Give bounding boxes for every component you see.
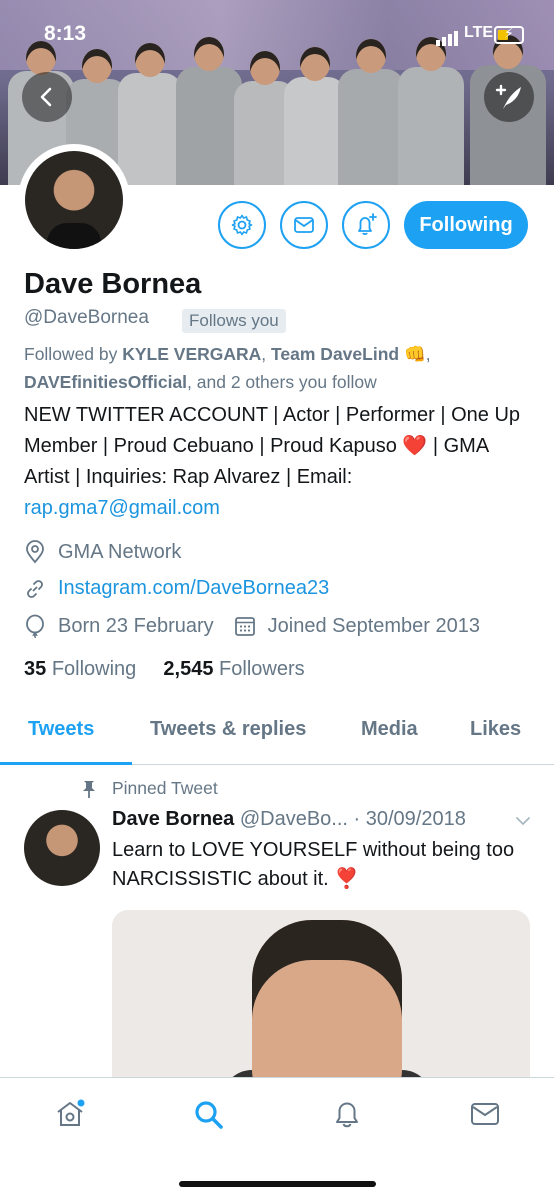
following-count-link[interactable]: 35 Following [24,658,136,680]
back-button[interactable] [22,72,72,122]
followed-by-separator: , [261,344,272,364]
tweet-author-handle: @DaveBo... [239,808,348,830]
profile-bio: NEW TWITTER ACCOUNT | Actor | Performer … [24,400,536,524]
avatar-image [25,151,123,249]
home-icon[interactable] [54,1098,86,1130]
calendar-icon [234,617,255,636]
followers-count: 2,545 [163,658,214,680]
birthday-text: Born 23 February [58,614,214,637]
profile-name: Dave Bornea [24,268,202,300]
following-button[interactable]: Following [404,201,528,249]
back-arrow-icon [40,87,52,107]
link-icon [27,579,43,598]
location-pin-icon [26,540,44,564]
followed-by-suffix: , and 2 others you follow [187,372,377,392]
status-time: 8:13 [44,22,87,45]
message-button[interactable] [280,201,328,249]
follower-name: DAVEfinitiesOfficial [24,372,188,392]
banner-person [338,39,404,185]
following-count: 35 [24,658,47,680]
compose-tweet-button[interactable] [484,72,534,122]
profile-birthday-joined: Born 23 February Joined September 2013 [24,614,480,638]
tab-media[interactable]: Media [361,718,418,741]
tweet-author-name[interactable]: Dave Bornea [112,808,234,830]
pinned-tweet-label: Pinned Tweet [80,778,218,799]
follows-you-badge: Follows you [182,309,286,333]
tweet-text: Learn to LOVE YOURSELF without being too… [112,839,515,890]
tweet-header: Dave Bornea @DaveBo... · 30/09/2018 [112,808,466,831]
followers-count-link[interactable]: 2,545 Followers [163,658,304,680]
followed-by-prefix: Followed by [24,344,123,364]
compose-feather-icon [495,84,521,109]
website-link[interactable]: Instagram.com/DaveBornea23 [58,577,329,600]
bio-text: NEW TWITTER ACCOUNT | Actor | Performer … [24,404,521,488]
envelope-icon [294,217,314,233]
pin-icon [83,780,95,798]
bio-email-link[interactable]: rap.gma7@gmail.com [24,497,220,519]
profile-location: GMA Network [24,540,181,564]
gear-icon [231,214,253,236]
tweet-media-image[interactable] [112,910,530,1090]
tweet-date: · 30/09/2018 [353,808,466,830]
battery-icon: ⚡ [494,25,524,44]
tweet-author-avatar[interactable] [24,810,100,886]
followed-by-separator: , [425,344,431,364]
follow-counts: 35 Following 2,545 Followers [24,658,305,681]
profile-handle: @DaveBornea [24,307,149,328]
tab-tweets-replies[interactable]: Tweets & replies [150,718,306,741]
network-label: LTE [464,24,494,41]
notifications-bell-icon[interactable] [331,1098,363,1130]
status-bar: 8:13 LTE ⚡ [0,0,554,46]
joined-text: Joined September 2013 [267,614,481,637]
tab-tweets[interactable]: Tweets [28,718,94,741]
notifications-button[interactable] [342,201,390,249]
active-tab-indicator [0,762,132,765]
balloon-icon [26,614,44,638]
follower-name: Team DaveLind 👊 [271,344,426,364]
messages-envelope-icon[interactable] [469,1098,501,1130]
follower-name: KYLE VERGARA [122,344,262,364]
settings-button[interactable] [218,201,266,249]
bell-plus-icon [358,213,377,236]
banner-person [176,37,242,185]
profile-avatar[interactable] [18,144,130,256]
banner-person [398,37,464,185]
chevron-down-icon[interactable] [514,812,532,830]
pinned-label-text: Pinned Tweet [112,778,218,798]
following-label: Following [51,658,137,680]
profile-website[interactable]: Instagram.com/DaveBornea23 [24,577,329,600]
banner-person [284,47,346,185]
search-icon[interactable] [192,1098,226,1132]
location-text: GMA Network [58,540,182,563]
tab-likes[interactable]: Likes [470,718,521,741]
profile-tabs: Tweets Tweets & replies Media Likes [0,706,554,765]
signal-icon [436,28,460,46]
banner-person [118,43,182,185]
followed-by-text[interactable]: Followed by KYLE VERGARA, Team DaveLind … [24,340,534,396]
home-indicator [179,1181,376,1187]
followers-label: Followers [219,658,305,680]
